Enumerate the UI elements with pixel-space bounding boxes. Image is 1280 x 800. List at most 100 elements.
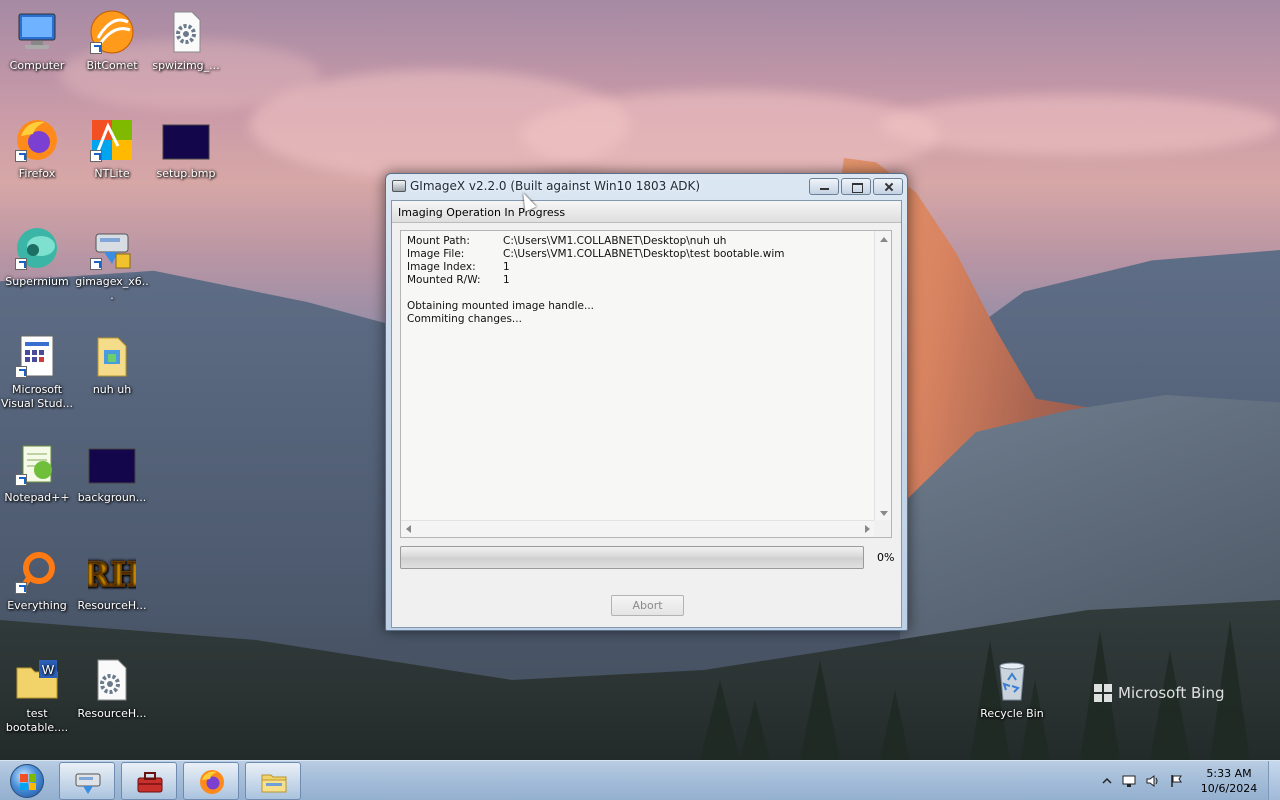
resource-hacker-icon: RH	[81, 548, 143, 596]
cloud	[880, 95, 1280, 155]
system-clock[interactable]: 5:33 AM 10/6/2024	[1196, 766, 1262, 796]
field-value: C:\Users\VM1.COLLABNET\Desktop\nuh uh	[503, 235, 727, 247]
taskbar-button-firefox[interactable]	[183, 762, 239, 800]
notepadpp-icon	[13, 440, 61, 488]
computer-icon	[13, 8, 61, 56]
taskbar-button-gimagex[interactable]	[59, 762, 115, 800]
desktop-icon-resource-hacker-ini[interactable]: ResourceH...	[75, 656, 149, 721]
taskbar-button-file-explorer[interactable]	[245, 762, 301, 800]
firefox-icon	[200, 770, 224, 794]
windows-logo-icon	[1094, 684, 1112, 702]
log-field-image-index: Image Index: 1	[407, 261, 877, 274]
watermark-text: Microsoft Bing	[1118, 684, 1225, 702]
scroll-right-arrow-icon[interactable]	[865, 525, 870, 533]
desktop-icon-gimagex-installer[interactable]: gimagex_x6...	[75, 224, 149, 303]
bitmap-icon	[162, 116, 210, 164]
volume-icon[interactable]	[1146, 774, 1160, 788]
desktop-icon-label: spwizimg_...	[152, 59, 220, 72]
shortcut-arrow-icon	[90, 150, 102, 162]
bitcomet-icon	[88, 8, 136, 56]
field-value: 1	[503, 274, 510, 286]
desktop-icon-supermium[interactable]: Supermium	[0, 224, 74, 289]
taskbar-button-toolbox[interactable]	[121, 762, 177, 800]
vertical-scrollbar[interactable]	[874, 231, 891, 522]
folder-icon	[88, 332, 136, 380]
field-key: Mount Path:	[407, 235, 470, 247]
desktop-icon-label: Everything	[7, 599, 67, 612]
desktop-icon-firefox[interactable]: Firefox	[0, 116, 74, 181]
scroll-down-arrow-icon[interactable]	[880, 511, 888, 516]
desktop-icon-bitcomet[interactable]: BitComet	[75, 8, 149, 73]
field-key: Image File:	[407, 248, 465, 260]
log-message: Obtaining mounted image handle...	[407, 300, 595, 312]
progress-bar	[400, 546, 864, 569]
desktop-icon-spwizimg[interactable]: spwizimg_...	[149, 8, 223, 73]
window-title: GImageX v2.2.0 (Built against Win10 1803…	[410, 179, 701, 193]
log-text: Mount Path: C:\Users\VM1.COLLABNET\Deskt…	[407, 235, 877, 326]
minimize-button[interactable]	[809, 178, 839, 195]
log-field-mount-path: Mount Path: C:\Users\VM1.COLLABNET\Deskt…	[407, 235, 877, 248]
action-center-flag-icon[interactable]	[1170, 774, 1184, 788]
desktop-icon-recycle-bin[interactable]: Recycle Bin	[975, 656, 1049, 721]
desktop-icon-label: Supermium	[5, 275, 69, 288]
desktop-icon-label: setup.bmp	[156, 167, 216, 180]
desktop-icon-notepadpp[interactable]: Notepad++	[0, 440, 74, 505]
desktop-icon-resource-hacker[interactable]: RH ResourceH...	[75, 548, 149, 613]
log-message: Commiting changes...	[407, 313, 522, 325]
desktop-icon-test-bootable-wim[interactable]: W test bootable....	[0, 656, 74, 735]
desktop-icon-label: ResourceH...	[77, 707, 147, 720]
desktop-icon-label: Firefox	[18, 167, 56, 180]
desktop-icon-ntlite[interactable]: NTLite	[75, 116, 149, 181]
caption-buttons	[809, 178, 903, 195]
desktop-icon-label: test bootable....	[5, 707, 69, 734]
start-button[interactable]	[4, 762, 50, 800]
recycle-bin-icon	[988, 656, 1036, 704]
desktop-icon-computer[interactable]: Computer	[0, 8, 74, 73]
shortcut-arrow-icon	[90, 42, 102, 54]
network-icon[interactable]	[1122, 774, 1136, 788]
field-key: Mounted R/W:	[407, 274, 481, 286]
operation-log[interactable]: Mount Path: C:\Users\VM1.COLLABNET\Deskt…	[400, 230, 892, 538]
gimagex-installer-icon	[88, 224, 136, 272]
start-orb-icon	[10, 764, 44, 798]
log-field-image-file: Image File: C:\Users\VM1.COLLABNET\Deskt…	[407, 248, 877, 261]
gimagex-window[interactable]: GImageX v2.2.0 (Built against Win10 1803…	[385, 173, 908, 631]
show-desktop-button[interactable]	[1268, 761, 1280, 800]
desktop-icon-nuh-uh-folder[interactable]: nuh uh	[75, 332, 149, 397]
desktop-icon-visual-studio[interactable]: Microsoft Visual Stud...	[0, 332, 74, 411]
progress-percent: 0%	[877, 551, 895, 564]
windows-flag-icon	[20, 774, 36, 790]
field-value: C:\Users\VM1.COLLABNET\Desktop\test boot…	[503, 248, 785, 260]
desktop-icon-label: NTLite	[94, 167, 130, 180]
settings-file-icon	[88, 656, 136, 704]
scroll-left-arrow-icon[interactable]	[406, 525, 411, 533]
show-hidden-icons-chevron-icon[interactable]	[1100, 774, 1114, 788]
desktop-icon-label: BitComet	[86, 59, 138, 72]
horizontal-scrollbar[interactable]	[401, 520, 875, 537]
desktop-icon-label: Recycle Bin	[980, 707, 1044, 720]
log-field-mounted-rw: Mounted R/W: 1	[407, 274, 877, 287]
abort-button[interactable]: Abort	[611, 595, 684, 616]
desktop-icon-label: Microsoft Visual Stud...	[0, 383, 74, 410]
restore-button[interactable]	[841, 178, 871, 195]
desktop-icon-background-bmp[interactable]: backgroun...	[75, 440, 149, 505]
bitmap-icon	[88, 440, 136, 488]
desktop-icon-setup-bmp[interactable]: setup.bmp	[149, 116, 223, 181]
bing-watermark: Microsoft Bing	[1094, 684, 1225, 702]
svg-text:W: W	[42, 662, 55, 677]
operation-header: Imaging Operation In Progress	[392, 201, 901, 223]
scroll-up-arrow-icon[interactable]	[880, 237, 888, 242]
file-explorer-icon	[261, 774, 287, 793]
title-bar[interactable]: GImageX v2.2.0 (Built against Win10 1803…	[386, 174, 907, 200]
ntlite-icon	[88, 116, 136, 164]
dialog-client-area: Imaging Operation In Progress Mount Path…	[391, 200, 902, 628]
svg-text:RH: RH	[88, 555, 136, 595]
wim-file-icon: W	[13, 656, 61, 704]
clock-time: 5:33 AM	[1206, 767, 1252, 780]
desktop-icon-everything[interactable]: Everything	[0, 548, 74, 613]
shortcut-arrow-icon	[15, 582, 27, 594]
desktop-icon-label: Notepad++	[4, 491, 70, 504]
clock-date: 10/6/2024	[1200, 782, 1258, 795]
field-value: 1	[503, 261, 510, 273]
close-button[interactable]	[873, 178, 903, 195]
